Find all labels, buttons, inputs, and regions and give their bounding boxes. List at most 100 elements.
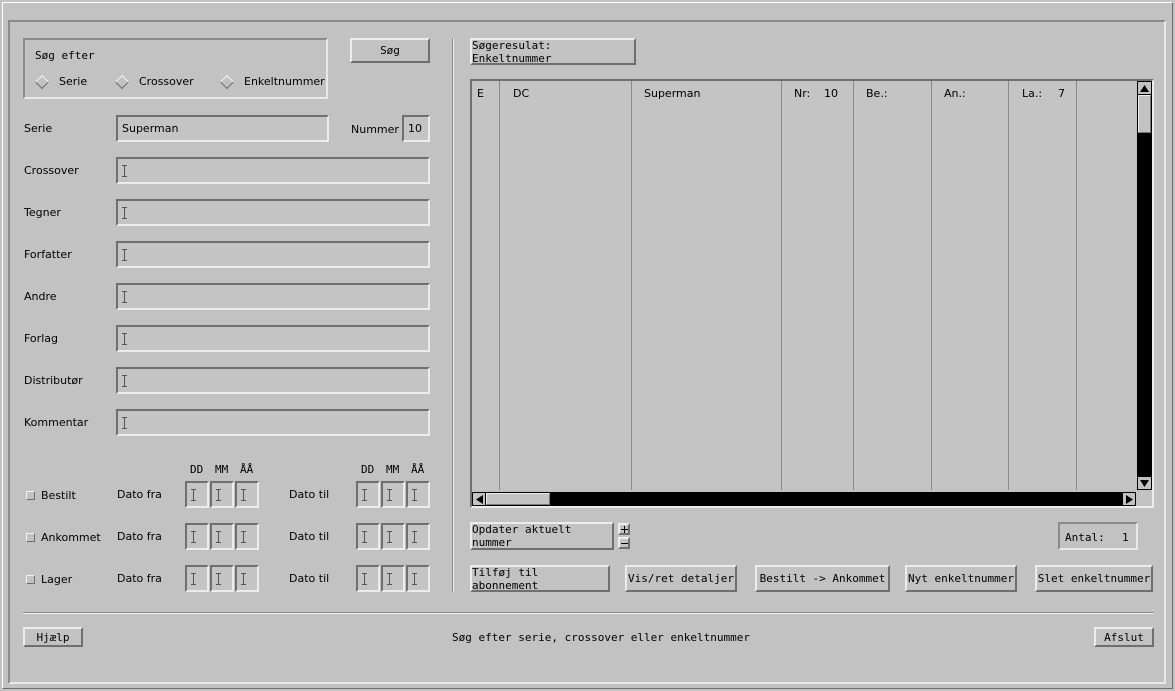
- ankommet-from-dd[interactable]: [185, 523, 209, 550]
- scroll-down-arrow-icon[interactable]: [1138, 477, 1151, 489]
- help-button[interactable]: Hjælp: [23, 627, 83, 647]
- cell-be-label: Be.:: [866, 87, 888, 100]
- delete-issue-button[interactable]: Slet enkeltnummer: [1035, 565, 1153, 592]
- tegner-label: Tegner: [24, 206, 61, 219]
- scroll-up-arrow-icon[interactable]: [1138, 82, 1151, 94]
- date-header-aa: ÅÅ: [240, 463, 254, 476]
- radio-diamond-icon: [219, 74, 235, 89]
- lager-checkbox[interactable]: Lager: [26, 573, 72, 586]
- bestilt-from-dd[interactable]: [185, 481, 209, 508]
- vertical-scroll-thumb[interactable]: [1138, 95, 1151, 133]
- text-cursor-icon: [387, 488, 392, 501]
- text-cursor-icon: [122, 248, 127, 261]
- andre-label: Andre: [24, 290, 57, 303]
- forlag-label: Forlag: [24, 332, 58, 345]
- distributor-input[interactable]: [116, 367, 430, 394]
- kommentar-label: Kommentar: [24, 416, 89, 429]
- text-cursor-icon: [216, 488, 221, 501]
- ankommet-from-mm[interactable]: [210, 523, 234, 550]
- radio-serie[interactable]: Serie: [34, 74, 88, 89]
- text-cursor-icon: [241, 488, 246, 501]
- text-cursor-icon: [216, 572, 221, 585]
- horizontal-scrollbar[interactable]: [472, 492, 1136, 506]
- nummer-input[interactable]: 10: [402, 115, 430, 142]
- text-cursor-icon: [122, 416, 127, 429]
- search-button[interactable]: Søg: [350, 38, 430, 63]
- text-cursor-icon: [412, 530, 417, 543]
- column-divider: [853, 81, 854, 490]
- lager-to-mm[interactable]: [381, 565, 405, 592]
- scroll-left-arrow-icon[interactable]: [473, 493, 485, 505]
- table-row[interactable]: E DC Superman Nr: 10 Be.: An.: La.: 7: [472, 81, 1136, 103]
- crossover-input[interactable]: [116, 157, 430, 184]
- bestilt-checkbox[interactable]: Bestilt: [26, 489, 76, 502]
- column-divider: [499, 81, 500, 490]
- ankommet-to-aa[interactable]: [406, 523, 430, 550]
- ankommet-from-aa[interactable]: [235, 523, 259, 550]
- checkbox-icon: [26, 533, 35, 542]
- text-cursor-icon: [122, 164, 127, 177]
- lager-from-mm[interactable]: [210, 565, 234, 592]
- radio-enkeltnummer[interactable]: Enkeltnummer: [219, 74, 325, 89]
- ankommet-checkbox[interactable]: Ankommet: [26, 531, 101, 544]
- date-header-dd: DD: [190, 463, 204, 476]
- results-list[interactable]: E DC Superman Nr: 10 Be.: An.: La.: 7: [470, 79, 1154, 508]
- forfatter-label: Forfatter: [24, 248, 72, 261]
- new-issue-button[interactable]: Nyt enkeltnummer: [905, 565, 1017, 592]
- footer-divider: [23, 612, 1154, 614]
- view-edit-details-button[interactable]: Vis/ret detaljer: [625, 565, 737, 592]
- increment-button[interactable]: [618, 523, 630, 535]
- kommentar-input[interactable]: [116, 409, 430, 436]
- quit-button[interactable]: Afslut: [1094, 627, 1154, 647]
- text-cursor-icon: [412, 488, 417, 501]
- bestilt-from-aa[interactable]: [235, 481, 259, 508]
- tegner-input[interactable]: [116, 199, 430, 226]
- radio-diamond-icon: [34, 74, 50, 89]
- bestilt-from-mm[interactable]: [210, 481, 234, 508]
- lager-from-dd[interactable]: [185, 565, 209, 592]
- decrement-button[interactable]: [618, 537, 630, 549]
- ordered-to-arrived-button[interactable]: Bestilt -> Ankommet: [755, 565, 890, 592]
- lager-from-aa[interactable]: [235, 565, 259, 592]
- cell-la-label: La.:: [1022, 87, 1043, 100]
- ankommet-to-mm[interactable]: [381, 523, 405, 550]
- date-header-aa: ÅÅ: [411, 463, 425, 476]
- forfatter-input[interactable]: [116, 241, 430, 268]
- ankommet-dato-fra-label: Dato fra: [117, 530, 162, 543]
- serie-input[interactable]: Superman: [116, 115, 329, 142]
- text-cursor-icon: [191, 530, 196, 543]
- update-current-issue-button[interactable]: Opdater aktuelt nummer: [470, 522, 614, 550]
- scroll-right-arrow-icon[interactable]: [1123, 493, 1135, 505]
- column-divider: [1076, 81, 1077, 490]
- bestilt-to-mm[interactable]: [381, 481, 405, 508]
- plus-icon: [620, 525, 628, 533]
- radio-crossover[interactable]: Crossover: [114, 74, 194, 89]
- text-cursor-icon: [216, 530, 221, 543]
- lager-to-aa[interactable]: [406, 565, 430, 592]
- cell-nr-value: 10: [824, 87, 838, 100]
- radio-serie-label: Serie: [59, 75, 88, 88]
- antal-value: 1: [1122, 531, 1129, 544]
- horizontal-scroll-thumb[interactable]: [486, 493, 550, 505]
- text-cursor-icon: [122, 374, 127, 387]
- text-cursor-icon: [241, 572, 246, 585]
- andre-input[interactable]: [116, 283, 430, 310]
- ankommet-to-dd[interactable]: [356, 523, 380, 550]
- bestilt-dato-fra-label: Dato fra: [117, 488, 162, 501]
- vertical-scrollbar[interactable]: [1137, 81, 1152, 490]
- status-text: Søg efter serie, crossover eller enkeltn…: [452, 631, 751, 644]
- nummer-value: 10: [408, 122, 422, 135]
- bestilt-to-dd[interactable]: [356, 481, 380, 508]
- text-cursor-icon: [387, 572, 392, 585]
- date-header-mm: MM: [386, 463, 400, 476]
- lager-dato-fra-label: Dato fra: [117, 572, 162, 585]
- ankommet-dato-til-label: Dato til: [289, 530, 330, 543]
- panel-divider: [452, 38, 454, 592]
- checkbox-icon: [26, 491, 35, 500]
- add-to-subscription-button[interactable]: Tilføj til abonnement: [470, 565, 610, 592]
- lager-to-dd[interactable]: [356, 565, 380, 592]
- bestilt-to-aa[interactable]: [406, 481, 430, 508]
- column-divider: [931, 81, 932, 490]
- forlag-input[interactable]: [116, 325, 430, 352]
- bestilt-dato-til-label: Dato til: [289, 488, 330, 501]
